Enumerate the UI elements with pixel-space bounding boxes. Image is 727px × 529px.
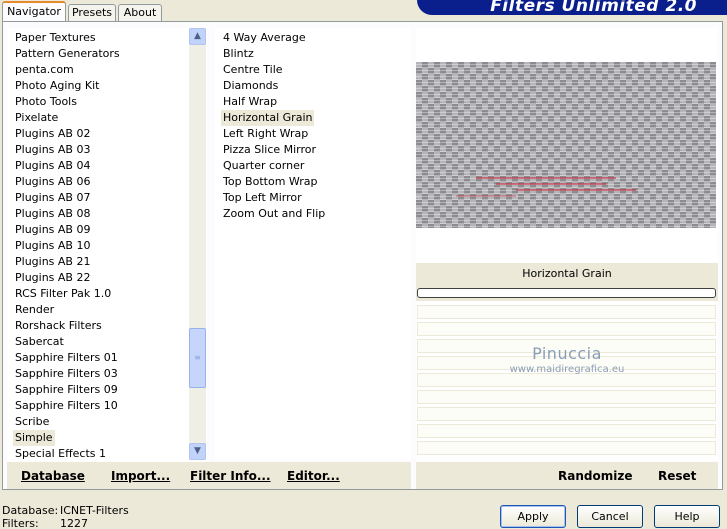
randomize-link[interactable]: Randomize <box>558 469 632 483</box>
filter-item[interactable]: Pizza Slice Mirror <box>221 142 318 158</box>
category-item[interactable]: Simple <box>13 430 55 446</box>
navigator-panel: Paper Textures Pattern Generators penta.co… <box>2 21 723 490</box>
category-item[interactable]: Special Effects 1 <box>13 446 108 462</box>
database-label: Database: <box>2 504 59 517</box>
settings-row <box>417 441 716 455</box>
category-item[interactable]: Plugins AB 02 <box>13 126 92 142</box>
help-button[interactable]: Help <box>654 505 720 528</box>
right-link-bar: Randomize Reset <box>416 462 718 489</box>
category-item[interactable]: Sabercat <box>13 334 66 350</box>
category-item[interactable]: Paper Textures <box>13 30 98 46</box>
category-item[interactable]: Plugins AB 04 <box>13 158 92 174</box>
filter-item[interactable]: Diamonds <box>221 78 280 94</box>
category-item[interactable]: Plugins AB 07 <box>13 190 92 206</box>
category-scrollbar[interactable]: ▲ ≡ ▼ <box>189 28 206 460</box>
database-link[interactable]: Database <box>21 469 85 483</box>
settings-row <box>417 407 716 421</box>
selected-filter-name: Horizontal Grain <box>416 263 718 285</box>
filter-item[interactable]: Top Left Mirror <box>221 190 304 206</box>
app-banner: Filters Unlimited 2.0 <box>417 0 727 15</box>
filter-list: 4 Way Average Blintz Centre Tile Diamonds Ha… <box>215 28 411 460</box>
filter-info-link[interactable]: Filter Info... <box>190 469 271 483</box>
watermark-url: www.maidiregrafica.eu <box>509 364 625 375</box>
filter-item[interactable]: Quarter corner <box>221 158 306 174</box>
import-link[interactable]: Import... <box>111 469 170 483</box>
scroll-up-button[interactable]: ▲ <box>189 28 206 45</box>
filters-label: Filters: <box>2 517 39 529</box>
category-item[interactable]: Photo Aging Kit <box>13 78 101 94</box>
filter-item[interactable]: Left Right Wrap <box>221 126 310 142</box>
category-item[interactable]: Pixelate <box>13 110 60 126</box>
settings-area: Pinuccia www.maidiregrafica.eu <box>416 301 718 461</box>
settings-row <box>417 424 716 438</box>
filter-item[interactable]: Half Wrap <box>221 94 279 110</box>
category-item[interactable]: Rorshack Filters <box>13 318 104 334</box>
category-item[interactable]: Plugins AB 10 <box>13 238 92 254</box>
slider-row <box>416 285 718 301</box>
scroll-thumb[interactable]: ≡ <box>189 328 206 388</box>
category-item[interactable]: Plugins AB 08 <box>13 206 92 222</box>
settings-row <box>417 322 716 336</box>
category-item[interactable]: Scribe <box>13 414 51 430</box>
category-item[interactable]: Sapphire Filters 01 <box>13 350 120 366</box>
filter-item[interactable]: Horizontal Grain <box>221 110 315 126</box>
scroll-down-button[interactable]: ▼ <box>189 443 206 460</box>
category-item[interactable]: Render <box>13 302 56 318</box>
category-item[interactable]: Photo Tools <box>13 94 79 110</box>
database-value: ICNET-Filters <box>60 504 129 517</box>
cancel-button[interactable]: Cancel <box>577 505 643 528</box>
watermark-title: Pinuccia <box>532 344 602 363</box>
category-item[interactable]: Plugins AB 21 <box>13 254 92 270</box>
tab-strip: Navigator Presets About <box>0 0 430 22</box>
category-item[interactable]: RCS Filter Pak 1.0 <box>13 286 113 302</box>
category-item[interactable]: penta.com <box>13 62 76 78</box>
category-item[interactable]: Plugins AB 09 <box>13 222 92 238</box>
left-link-bar: Database Import... Filter Info... Editor… <box>7 462 411 489</box>
category-item[interactable]: Plugins AB 06 <box>13 174 92 190</box>
tab-about[interactable]: About <box>118 4 162 22</box>
settings-row <box>417 305 716 319</box>
settings-row <box>417 373 716 387</box>
category-item[interactable]: Sapphire Filters 09 <box>13 382 120 398</box>
reset-link[interactable]: Reset <box>658 469 696 483</box>
status-info: Database: ICNET-Filters Filters: 1227 <box>2 504 129 529</box>
filter-item[interactable]: Blintz <box>221 46 256 62</box>
category-list: Paper Textures Pattern Generators penta.co… <box>7 28 207 483</box>
category-item[interactable]: Sapphire Filters 03 <box>13 366 120 382</box>
editor-link[interactable]: Editor... <box>287 469 340 483</box>
filter-item[interactable]: 4 Way Average <box>221 30 308 46</box>
category-item[interactable]: Sapphire Filters 10 <box>13 398 120 414</box>
preview-area <box>416 28 718 263</box>
tab-navigator[interactable]: Navigator <box>2 1 66 22</box>
settings-row <box>417 390 716 404</box>
parameter-slider[interactable] <box>417 288 716 298</box>
tab-presets[interactable]: Presets <box>68 4 116 22</box>
filter-item[interactable]: Centre Tile <box>221 62 285 78</box>
category-item[interactable]: Plugins AB 22 <box>13 270 92 286</box>
filters-count: 1227 <box>60 517 88 529</box>
filter-item[interactable]: Zoom Out and Flip <box>221 206 327 222</box>
category-item[interactable]: Plugins AB 03 <box>13 142 92 158</box>
banner-title: Filters Unlimited 2.0 <box>490 0 697 15</box>
apply-button[interactable]: Apply <box>500 505 566 528</box>
filter-item[interactable]: Top Bottom Wrap <box>221 174 320 190</box>
preview-image <box>416 62 716 228</box>
category-item[interactable]: Pattern Generators <box>13 46 122 62</box>
